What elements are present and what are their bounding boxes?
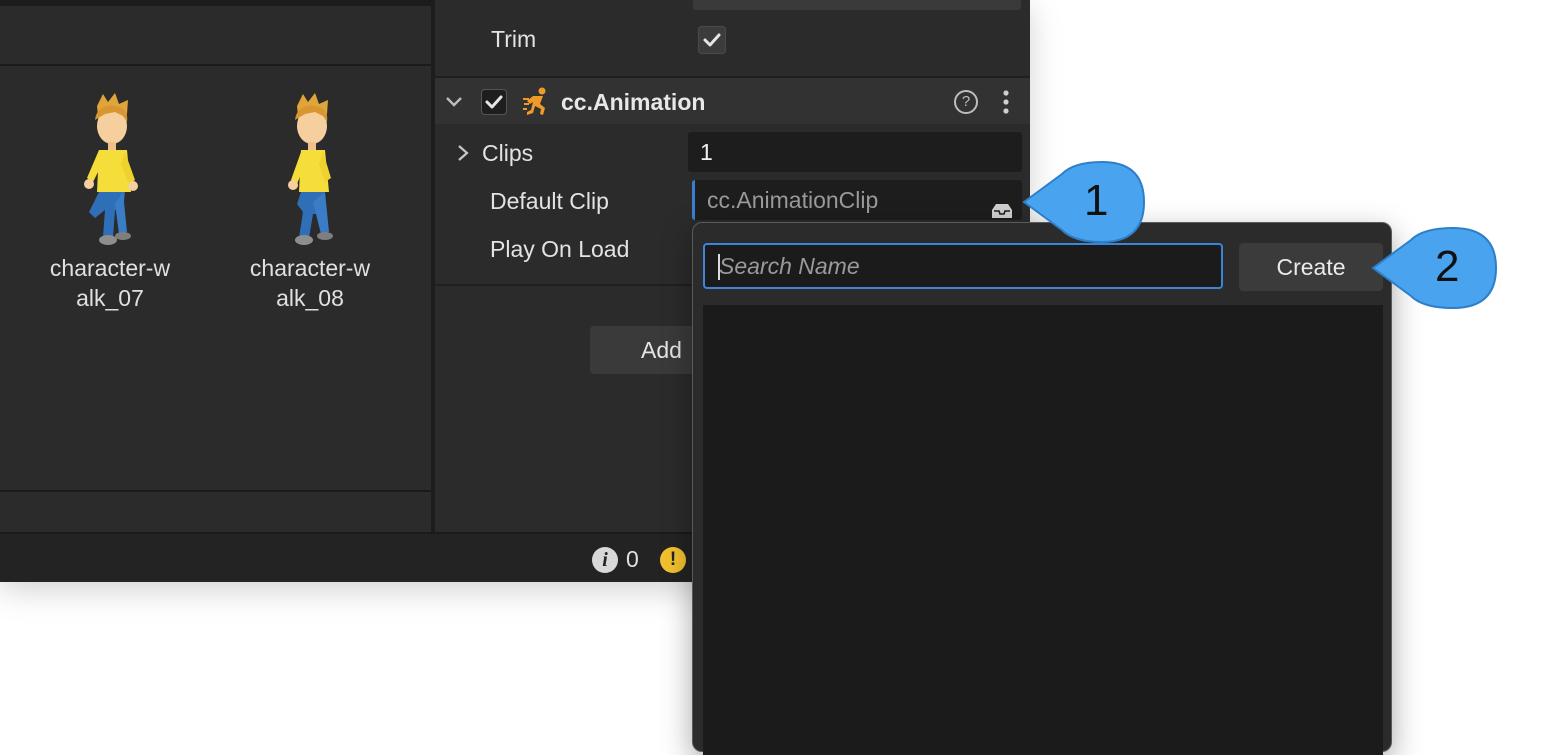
callout-number: 1 [1084,176,1109,225]
character-thumbnail-icon [84,93,138,245]
asset-name-line2: alk_08 [276,285,344,311]
default-clip-placeholder: cc.AnimationClip [707,187,879,213]
collapse-chevron-icon[interactable] [443,90,465,118]
assets-divider-top [0,64,431,66]
asset-results-list[interactable] [703,305,1383,755]
trim-checkbox[interactable] [698,26,726,54]
asset-name-line2: alk_07 [76,285,144,311]
character-thumbnail-icon [288,93,333,245]
assets-divider-bottom [0,490,431,492]
trim-label: Trim [491,26,537,52]
type-field[interactable] [693,0,1021,10]
callout-marker-1: 1 [1022,160,1147,251]
create-button[interactable]: Create [1239,243,1383,291]
animation-component-header[interactable]: cc.Animation ? [435,76,1030,124]
play-on-load-label: Play On Load [490,236,630,262]
info-icon[interactable]: i [592,547,618,573]
asset-picker-popup: Search Name Create [692,222,1392,755]
clips-label: Clips [482,140,534,166]
component-title: cc.Animation [561,89,706,115]
callout-number: 2 [1435,242,1460,291]
callout-marker-2: 2 [1371,226,1499,317]
default-clip-asset-field[interactable]: cc.AnimationClip [692,180,1022,220]
asset-name-line1: character-w [49,255,171,281]
text-caret [718,254,720,280]
asset-name-line1: character-w [249,255,371,281]
asset-item[interactable]: character-w alk_08 [230,92,390,314]
search-placeholder: Search Name [719,253,860,279]
info-count: 0 [626,546,639,572]
asset-item[interactable]: character-w alk_07 [30,92,190,314]
warning-icon[interactable]: ! [660,547,686,573]
animation-runner-icon [523,87,551,122]
help-icon[interactable]: ? [954,90,978,114]
more-options-icon[interactable] [1001,88,1011,121]
checkmark-icon [703,33,721,47]
component-enable-checkbox[interactable] [481,89,507,115]
clips-expand-chevron-icon[interactable] [455,143,471,168]
assets-toolbar [0,0,431,6]
default-clip-label: Default Clip [490,188,609,214]
assets-panel: character-w alk_07 character-w alk_08 [0,0,431,532]
checkmark-icon [485,95,503,109]
clips-count-input[interactable]: 1 [688,132,1022,172]
